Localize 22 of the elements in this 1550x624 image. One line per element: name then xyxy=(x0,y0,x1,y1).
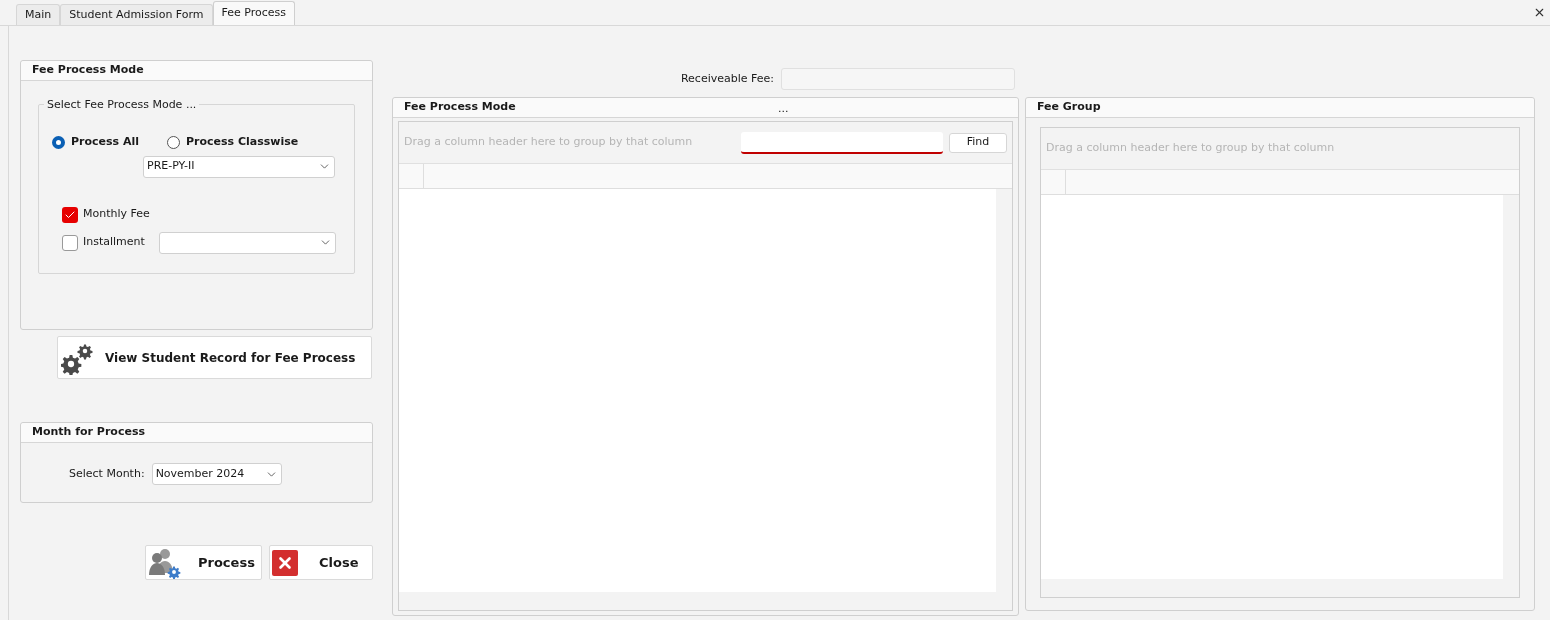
ellipsis-mark: ... xyxy=(778,101,789,117)
tab[interactable]: Student Admission Form xyxy=(60,4,213,25)
group-hint: Drag a column header here to group by that column xyxy=(1046,140,1335,157)
view-records-button[interactable]: View Student Record for Fee Process xyxy=(57,336,372,379)
dropdown[interactable]: November 2024 xyxy=(151,463,282,485)
dropdown[interactable]: PRE-PY-II xyxy=(143,155,335,178)
month-label: Select Month: xyxy=(69,465,145,482)
find-button[interactable]: Find xyxy=(949,132,1007,153)
panel-title: Fee Process Mode xyxy=(404,99,516,116)
panel-title: Fee Process Mode xyxy=(32,62,144,79)
panel-title: Month for Process xyxy=(32,424,145,441)
receivable-label: Receiveable Fee: xyxy=(680,70,774,87)
tab[interactable]: Main xyxy=(16,4,61,25)
checkbox-label: Monthly Fee xyxy=(83,206,151,223)
close-button[interactable]: Close xyxy=(269,545,373,580)
group-hint: Drag a column header here to group by that column xyxy=(404,134,693,151)
radio-option[interactable]: Process Classwise xyxy=(167,134,299,151)
radio-option[interactable]: Process All xyxy=(52,134,139,151)
panel-title: Fee Group xyxy=(1037,99,1101,116)
checkbox-label: Installment xyxy=(83,234,146,251)
tab[interactable]: Fee Process xyxy=(212,1,296,25)
process-button[interactable]: Process xyxy=(145,545,262,580)
